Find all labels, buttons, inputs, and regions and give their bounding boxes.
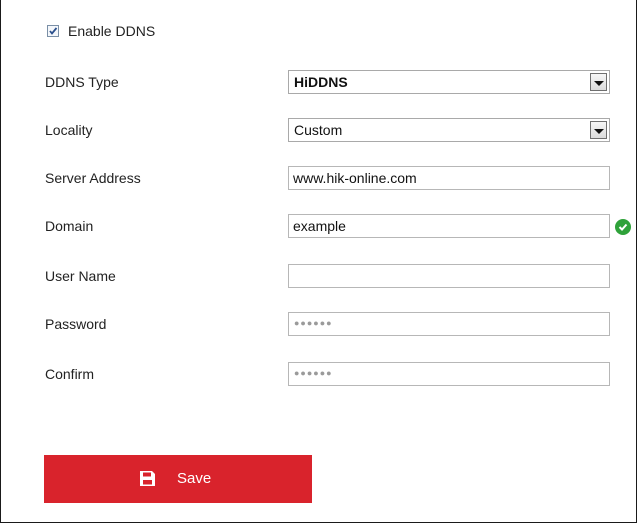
password-input[interactable]: ●●●●●● [288,312,610,336]
locality-select[interactable]: Custom [288,118,610,142]
user-name-row: User Name [1,264,640,288]
ddns-type-value: HiDDNS [294,74,348,90]
ddns-type-label: DDNS Type [45,74,119,90]
ddns-type-select[interactable]: HiDDNS [288,70,610,94]
user-name-label: User Name [45,268,116,284]
ddns-settings-panel: Enable DDNS DDNS Type HiDDNS Locality Cu… [0,0,637,523]
server-address-label: Server Address [45,170,141,186]
ddns-type-row: DDNS Type HiDDNS [1,70,640,94]
confirm-password-input[interactable]: ●●●●●● [288,362,610,386]
confirm-row: Confirm ●●●●●● [1,362,640,386]
domain-row: Domain [1,214,640,238]
domain-label: Domain [45,218,94,234]
confirm-label: Confirm [45,366,95,382]
enable-ddns-label: Enable DDNS [68,23,156,39]
locality-dropdown-button[interactable] [590,121,607,139]
check-circle-icon [615,219,631,235]
enable-ddns-checkbox[interactable] [47,25,59,37]
password-row: Password ●●●●●● [1,312,640,336]
locality-row: Locality Custom [1,118,640,142]
locality-value: Custom [294,122,343,138]
server-address-input[interactable] [288,166,610,190]
save-button-label: Save [177,470,212,487]
checkmark-icon [49,27,58,35]
domain-input[interactable] [288,214,610,238]
save-button[interactable]: Save [44,455,312,503]
chevron-down-icon [594,129,604,134]
password-masked-value: ●●●●●● [294,318,333,328]
server-address-row: Server Address [1,166,640,190]
password-label: Password [45,316,107,332]
user-name-input[interactable] [288,264,610,288]
ddns-type-dropdown-button[interactable] [590,73,607,91]
chevron-down-icon [594,81,604,86]
floppy-disk-icon [140,471,155,486]
locality-label: Locality [45,122,93,138]
confirm-masked-value: ●●●●●● [294,368,333,378]
